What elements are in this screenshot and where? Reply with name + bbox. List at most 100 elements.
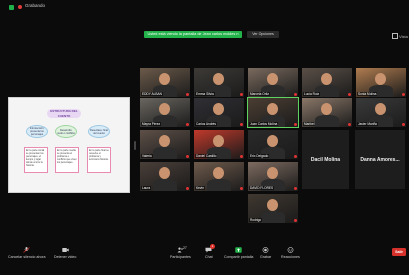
slide-bubble: Desarrollo: nudo o conflicto (55, 125, 77, 138)
view-options-button[interactable]: Ver Opciones (247, 31, 279, 38)
participants-label: Participantes (170, 255, 191, 259)
muted-mic-icon (294, 93, 297, 96)
participant-tile[interactable]: Javier Mariño (356, 98, 406, 127)
participant-tile[interactable]: Lucía Ruiz (302, 68, 352, 97)
participant-face (267, 73, 278, 85)
participant-tile[interactable]: Juan Carlos Molina (247, 97, 299, 128)
panel-resize-handle[interactable] (134, 141, 136, 150)
slide-box: En la parte final se resuelve el problem… (87, 147, 111, 173)
participant-tile[interactable]: Rodrigo (248, 194, 298, 223)
participant-name: Danna Amores... (360, 156, 400, 163)
participant-tile[interactable]: Eric Delgado (248, 130, 298, 159)
muted-mic-icon (402, 93, 405, 96)
slide-box: En la parte media se presenta el problem… (55, 147, 79, 173)
participant-name: Emma Silvia (195, 92, 215, 96)
record-button[interactable]: Grabar (260, 247, 271, 259)
record-label: Grabar (260, 255, 272, 259)
muted-mic-icon (240, 93, 243, 96)
record-icon (262, 247, 269, 253)
unmute-label: Cancelar silencio ahora (8, 255, 46, 259)
chat-badge: 1 (210, 244, 215, 249)
participant-name: Laura (141, 186, 152, 190)
participant-body (153, 147, 177, 159)
share-screen-button[interactable]: Compartir pantalla (224, 247, 253, 259)
microphone-icon (23, 247, 30, 253)
view-label: Vista (399, 34, 408, 39)
participant-tile[interactable]: Dacil Molina (302, 130, 349, 189)
participant-body (315, 115, 339, 127)
participant-face (267, 135, 278, 147)
muted-mic-icon (348, 93, 351, 96)
muted-mic-icon (402, 123, 405, 126)
grid-icon (392, 33, 398, 39)
muted-mic-icon (348, 123, 351, 126)
participant-name: Carlos Andrés (195, 122, 218, 126)
participant-name: Maribel (303, 122, 316, 126)
participant-tile[interactable]: Sonia Molina (356, 68, 406, 97)
participant-name: Marcela Ortiz (249, 92, 270, 96)
slide-bubble: Desenlace: final del cuento (88, 125, 110, 138)
stop-video-button[interactable]: Detener video (54, 247, 76, 259)
participant-tile[interactable]: Danna Amores... (355, 130, 405, 189)
share-screen-icon (235, 247, 242, 253)
share-screen-label: Compartir pantalla (224, 255, 254, 259)
muted-mic-icon (294, 155, 297, 158)
participant-tile[interactable]: DAVID FLORES (248, 162, 298, 191)
screen-share-banner: Usted está viendo la pantalla de Jean ca… (144, 31, 242, 38)
participant-name: EDDY ALBAN (141, 92, 163, 96)
participant-face (159, 135, 170, 147)
participant-face (213, 103, 224, 115)
participant-name: Dacil Molina (310, 156, 341, 163)
participant-tile[interactable]: EDDY ALBAN (140, 68, 190, 97)
participant-name: Kevin (195, 186, 205, 190)
muted-mic-icon (186, 155, 189, 158)
participant-tile[interactable]: Maribel (302, 98, 352, 127)
participant-name: Daniel Castillo (195, 154, 218, 158)
participant-face (321, 73, 332, 85)
participant-tile[interactable]: Daniel Castillo (194, 130, 244, 159)
muted-mic-icon (294, 123, 297, 126)
participant-face (267, 103, 278, 115)
participant-tile[interactable]: Laura (140, 162, 190, 191)
view-toggle[interactable]: Vista (392, 33, 408, 39)
chat-label: Chat (205, 255, 213, 259)
participant-name: DAVID FLORES (249, 186, 275, 190)
slide-title: ESTRUCTURA DEL CUENTO (47, 109, 81, 118)
smiley-icon (287, 247, 294, 253)
participant-name: Mayra Pérez (141, 122, 162, 126)
participant-face (213, 73, 224, 85)
participant-name: Eric Delgado (249, 154, 270, 158)
muted-mic-icon (240, 155, 243, 158)
unmute-button[interactable]: Cancelar silencio ahora (8, 247, 46, 259)
participant-tile[interactable]: Mayra Pérez (140, 98, 190, 127)
participant-face (375, 103, 386, 115)
muted-mic-icon (186, 123, 189, 126)
participants-count: 27 (183, 246, 187, 250)
end-meeting-button[interactable]: Salir (392, 248, 406, 256)
reactions-label: Reacciones (281, 255, 300, 259)
slide-box: En la parte inicial se presentan los per… (24, 147, 48, 173)
participant-name: Lucía Ruiz (303, 92, 321, 96)
top-bar: Grabando (0, 0, 409, 14)
participant-face (159, 167, 170, 179)
stop-video-label: Detener video (54, 255, 77, 259)
participant-face (159, 103, 170, 115)
camera-icon (61, 248, 69, 252)
participant-tile[interactable]: Valeria (140, 130, 190, 159)
participant-name: Sonia Molina (357, 92, 378, 96)
participant-tile[interactable]: Kevin (194, 162, 244, 191)
security-shield-icon[interactable] (9, 5, 14, 10)
participant-tile[interactable]: Marcela Ortiz (248, 68, 298, 97)
muted-mic-icon (240, 123, 243, 126)
muted-mic-icon (240, 187, 243, 190)
reactions-button[interactable]: Reacciones (281, 247, 300, 259)
participant-body (207, 179, 231, 191)
participant-face (321, 103, 332, 115)
recording-icon (18, 5, 22, 9)
muted-mic-icon (186, 187, 189, 190)
participant-tile[interactable]: Emma Silvia (194, 68, 244, 97)
participants-button[interactable]: Participantes (170, 247, 191, 259)
participant-tile[interactable]: Carlos Andrés (194, 98, 244, 127)
participant-face (159, 73, 170, 85)
participant-name: Javier Mariño (357, 122, 379, 126)
